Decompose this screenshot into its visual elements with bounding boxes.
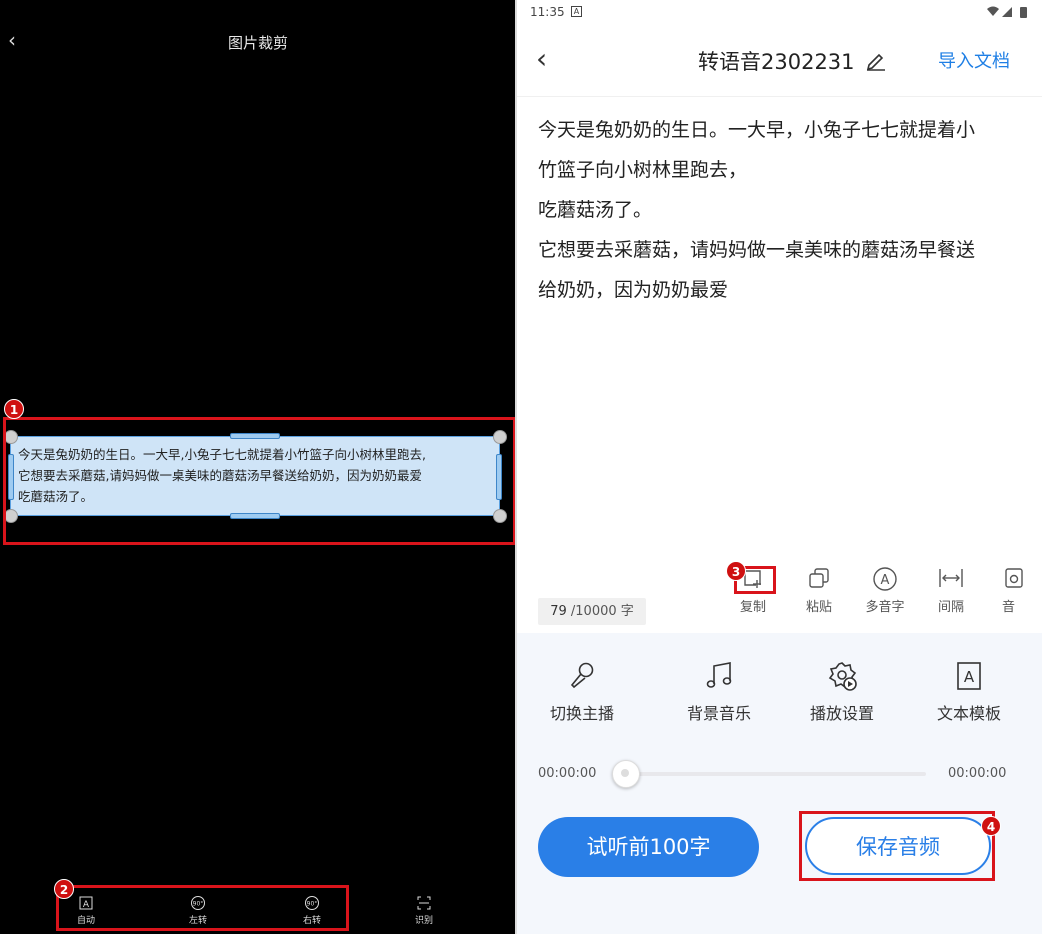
char-count-suffix: /10000 字 bbox=[570, 604, 634, 619]
progress-track[interactable] bbox=[626, 772, 926, 776]
svg-text:A: A bbox=[964, 668, 975, 686]
back-arrow-icon[interactable]: ‹ bbox=[536, 42, 547, 75]
preview-100-button[interactable]: 试听前100字 bbox=[538, 817, 759, 877]
function-label: 切换主播 bbox=[549, 704, 614, 723]
tool-label: 识别 bbox=[414, 916, 433, 926]
polyphone-label: 多音字 bbox=[865, 600, 905, 615]
annotation-box bbox=[56, 885, 349, 931]
function-label: 文本模板 bbox=[936, 704, 1001, 723]
battery-icon bbox=[1020, 7, 1027, 18]
polyphone-button[interactable]: A 多音字 bbox=[855, 566, 915, 615]
annotation-box bbox=[3, 417, 516, 545]
sound-label: 音 bbox=[1002, 600, 1016, 615]
editor-line: 吃蘑菇汤了。 bbox=[538, 199, 653, 221]
signal-icon bbox=[1002, 7, 1012, 17]
header-divider bbox=[517, 96, 1042, 97]
text-editor[interactable]: 今天是兔奶奶的生日。一大早，小兔子七七就提着小 竹篮子向小树林里跑去， 吃蘑菇汤… bbox=[538, 110, 1018, 310]
editor-line: 它想要去采蘑菇，请妈妈做一桌美味的蘑菇汤早餐送 bbox=[538, 239, 976, 261]
text-template-button[interactable]: A 文本模板 bbox=[914, 660, 1024, 724]
status-icons bbox=[987, 6, 1027, 18]
tool-recognize[interactable]: 识别 bbox=[394, 895, 454, 926]
annotation-badge: 1 bbox=[4, 399, 24, 419]
import-document-button[interactable]: 导入文档 bbox=[938, 47, 1010, 73]
annotation-box bbox=[799, 811, 995, 881]
char-count-value: 79 bbox=[550, 604, 567, 619]
annotation-badge: 3 bbox=[726, 561, 746, 581]
status-time: 11:35 bbox=[530, 5, 565, 19]
music-note-icon bbox=[706, 662, 732, 688]
paste-button[interactable]: 粘贴 bbox=[789, 566, 849, 615]
paste-icon bbox=[809, 568, 829, 588]
editor-line: 给奶奶，因为奶奶最爱 bbox=[538, 279, 729, 301]
progress-thumb-dot bbox=[621, 769, 629, 777]
notification-icon: A bbox=[571, 6, 582, 17]
char-count: 79 /10000 字 bbox=[538, 598, 646, 625]
background-music-button[interactable]: 背景音乐 bbox=[664, 660, 774, 724]
title-text: 转语音2302231 bbox=[698, 50, 855, 74]
playback-settings-button[interactable]: 播放设置 bbox=[787, 660, 897, 724]
function-label: 背景音乐 bbox=[686, 704, 751, 723]
interval-label: 间隔 bbox=[937, 600, 964, 615]
recognize-icon bbox=[417, 896, 431, 910]
polyphone-icon: A bbox=[873, 567, 897, 591]
paste-label: 粘贴 bbox=[805, 600, 832, 615]
crop-title: 图片裁剪 bbox=[227, 34, 288, 52]
edit-pencil-icon[interactable] bbox=[865, 49, 887, 71]
switch-anchor-button[interactable]: 切换主播 bbox=[527, 660, 637, 724]
annotation-badge: 4 bbox=[981, 816, 1001, 836]
annotation-badge: 2 bbox=[54, 879, 74, 899]
sound-icon bbox=[1005, 568, 1023, 588]
document-title[interactable]: 转语音2302231 bbox=[698, 46, 887, 76]
svg-text:A: A bbox=[881, 573, 890, 588]
interval-button[interactable]: 间隔 bbox=[921, 566, 981, 615]
copy-label: 复制 bbox=[739, 600, 766, 615]
elapsed-time: 00:00:00 bbox=[538, 766, 597, 781]
sound-button[interactable]: 音 bbox=[1000, 566, 1042, 615]
editor-line: 竹篮子向小树林里跑去， bbox=[538, 159, 748, 181]
wifi-icon bbox=[987, 6, 999, 16]
total-time: 00:00:00 bbox=[948, 766, 1007, 781]
editor-line: 今天是兔奶奶的生日。一大早，小兔子七七就提着小 bbox=[538, 119, 976, 141]
gear-play-icon bbox=[828, 662, 857, 691]
interval-icon bbox=[939, 569, 963, 587]
text-template-icon: A bbox=[957, 662, 981, 690]
function-label: 播放设置 bbox=[809, 704, 874, 723]
microphone-icon bbox=[570, 662, 594, 689]
